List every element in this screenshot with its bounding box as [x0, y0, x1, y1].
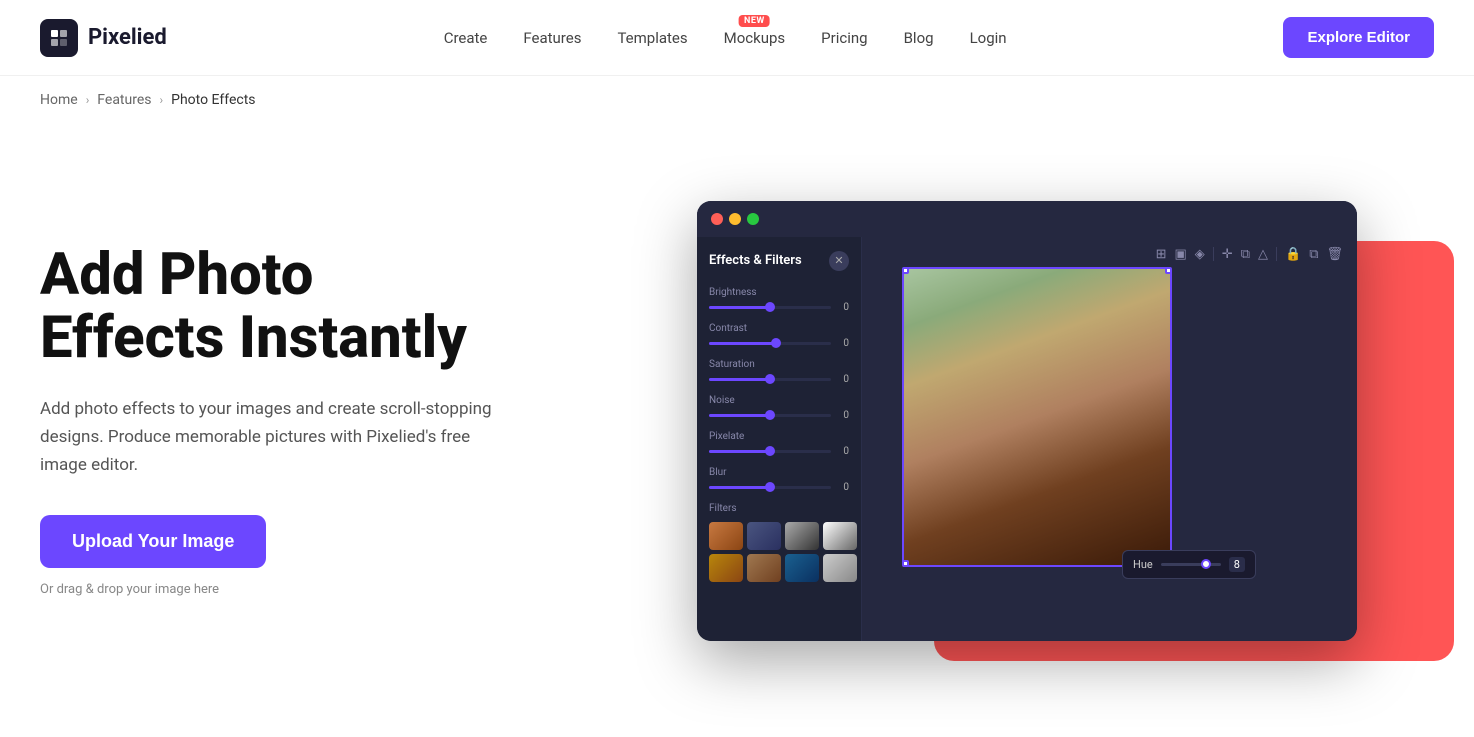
- filter-high[interactable]: [823, 522, 857, 550]
- nav-login[interactable]: Login: [970, 29, 1007, 47]
- filters-section-label: Filters: [709, 503, 849, 514]
- toolbar-lock-icon[interactable]: 🔒: [1285, 247, 1301, 262]
- filter-sepia[interactable]: [747, 554, 781, 582]
- toolbar-move-icon[interactable]: ✛: [1222, 247, 1233, 262]
- navbar: Pixelied Create Features Templates NEW M…: [0, 0, 1474, 76]
- logo[interactable]: Pixelied: [40, 19, 167, 57]
- breadcrumb-features[interactable]: Features: [97, 92, 151, 108]
- canvas-toolbar: ⊞ ▣ ◈ ✛ ⧉ △ 🔒 ⧉ 🗑: [1156, 247, 1343, 262]
- titlebar-minimize-dot: [729, 213, 741, 225]
- toolbar-mask-icon[interactable]: ◈: [1195, 247, 1205, 262]
- toolbar-layers-icon[interactable]: ⧉: [1241, 247, 1250, 262]
- slider-contrast-label: Contrast: [709, 323, 849, 334]
- slider-brightness: Brightness 0: [709, 287, 849, 313]
- slider-brightness-label: Brightness: [709, 287, 849, 298]
- filter-warm[interactable]: [709, 522, 743, 550]
- handle-top-right[interactable]: [1165, 267, 1172, 274]
- filter-fade[interactable]: [823, 554, 857, 582]
- filters-grid: [709, 522, 849, 582]
- nav-blog[interactable]: Blog: [904, 29, 934, 47]
- editor-canvas: ⊞ ▣ ◈ ✛ ⧉ △ 🔒 ⧉ 🗑: [862, 237, 1357, 641]
- toolbar-crop-icon[interactable]: ⊞: [1156, 247, 1167, 262]
- breadcrumb-sep-2: ›: [160, 93, 164, 107]
- hero-section: Add Photo Effects Instantly Add photo ef…: [0, 124, 1474, 737]
- effects-panel: Effects & Filters ✕ Brightness 0: [697, 237, 862, 641]
- filter-vintage[interactable]: [709, 554, 743, 582]
- slider-blur: Blur 0: [709, 467, 849, 493]
- new-badge: NEW: [739, 15, 770, 27]
- hue-slider[interactable]: [1161, 563, 1221, 566]
- titlebar-maximize-dot: [747, 213, 759, 225]
- panel-close-button[interactable]: ✕: [829, 251, 849, 271]
- slider-contrast: Contrast 0: [709, 323, 849, 349]
- slider-pixelate: Pixelate 0: [709, 431, 849, 457]
- hero-title: Add Photo Effects Instantly: [40, 244, 560, 372]
- toolbar-sep-2: [1276, 247, 1277, 261]
- logo-icon: [40, 19, 78, 57]
- slider-noise: Noise 0: [709, 395, 849, 421]
- panel-header: Effects & Filters ✕: [709, 251, 849, 271]
- nav-actions: Explore Editor: [1283, 17, 1434, 58]
- slider-saturation: Saturation 0: [709, 359, 849, 385]
- drag-drop-hint: Or drag & drop your image here: [40, 582, 560, 597]
- slider-saturation-label: Saturation: [709, 359, 849, 370]
- slider-pixelate-label: Pixelate: [709, 431, 849, 442]
- hue-label: Hue: [1133, 558, 1153, 571]
- hue-value: 8: [1229, 557, 1245, 572]
- nav-links: Create Features Templates NEW Mockups Pr…: [444, 29, 1007, 47]
- explore-editor-button[interactable]: Explore Editor: [1283, 17, 1434, 58]
- titlebar-close-dot: [711, 213, 723, 225]
- toolbar-sep-1: [1213, 247, 1214, 261]
- handle-top-left[interactable]: [902, 267, 909, 274]
- breadcrumb-home[interactable]: Home: [40, 92, 78, 108]
- toolbar-delete-icon[interactable]: 🗑: [1326, 247, 1343, 262]
- nav-create[interactable]: Create: [444, 29, 488, 47]
- hero-content: Add Photo Effects Instantly Add photo ef…: [40, 244, 560, 598]
- editor-body: Effects & Filters ✕ Brightness 0: [697, 237, 1357, 641]
- filter-ocean[interactable]: [785, 554, 819, 582]
- slider-blur-label: Blur: [709, 467, 849, 478]
- breadcrumb-sep-1: ›: [86, 93, 90, 107]
- panel-title: Effects & Filters: [709, 253, 802, 268]
- hero-description: Add photo effects to your images and cre…: [40, 395, 520, 479]
- upload-image-button[interactable]: Upload Your Image: [40, 515, 266, 568]
- toolbar-frame-icon[interactable]: ▣: [1175, 247, 1187, 262]
- toolbar-shape-icon[interactable]: △: [1258, 247, 1268, 262]
- hue-tooltip: Hue 8: [1122, 550, 1256, 579]
- breadcrumb: Home › Features › Photo Effects: [0, 76, 1474, 124]
- filter-bw[interactable]: [785, 522, 819, 550]
- filter-cool[interactable]: [747, 522, 781, 550]
- nav-pricing[interactable]: Pricing: [821, 29, 867, 47]
- nav-features[interactable]: Features: [523, 29, 581, 47]
- nav-templates[interactable]: Templates: [617, 29, 687, 47]
- canvas-image[interactable]: [902, 267, 1172, 567]
- toolbar-copy-icon[interactable]: ⧉: [1309, 247, 1318, 262]
- nav-mockups[interactable]: NEW Mockups: [724, 29, 786, 47]
- handle-bottom-left[interactable]: [902, 560, 909, 567]
- breadcrumb-current: Photo Effects: [171, 92, 255, 108]
- logo-text: Pixelied: [88, 25, 167, 50]
- editor-window: Effects & Filters ✕ Brightness 0: [697, 201, 1357, 641]
- editor-titlebar: [697, 201, 1357, 237]
- slider-noise-label: Noise: [709, 395, 849, 406]
- hero-visual: Effects & Filters ✕ Brightness 0: [620, 201, 1434, 641]
- photo-fill: [904, 269, 1170, 565]
- hue-thumb: [1201, 559, 1211, 569]
